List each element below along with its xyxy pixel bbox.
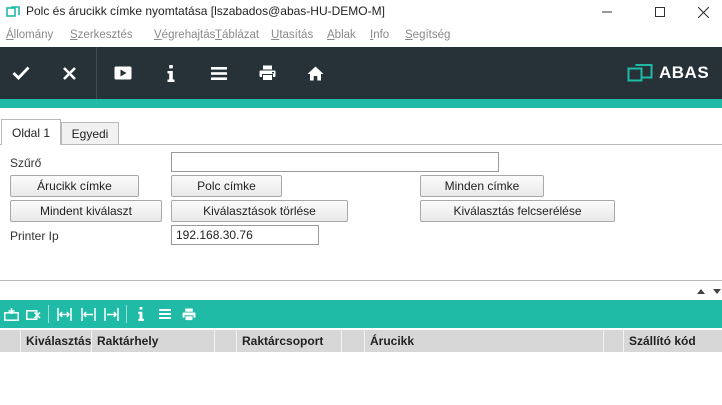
table-print-button[interactable]: [178, 303, 200, 325]
pane-splitter[interactable]: [0, 285, 722, 299]
printer-icon: [182, 308, 196, 321]
home-button[interactable]: [291, 47, 339, 99]
filter-input[interactable]: [171, 152, 499, 172]
abas-app-icon: [6, 6, 20, 17]
maximize-icon: [655, 7, 665, 17]
toolbar-separator: [126, 305, 127, 323]
table-header: Kiválasztás Raktárhely Raktárcsoport Áru…: [0, 330, 722, 352]
clear-selection-button[interactable]: Kiválasztások törlése: [171, 200, 348, 222]
table-menu-button[interactable]: [154, 303, 176, 325]
abas-logo: ABAS: [627, 63, 709, 83]
printer-ip-input[interactable]: 192.168.30.76: [171, 225, 319, 245]
toolbar-separator: [96, 47, 97, 99]
menu-ablak[interactable]: Ablak: [327, 29, 356, 41]
column-header-szallito-kod[interactable]: Szállító kód: [624, 330, 722, 352]
printer-ip-label: Printer Ip: [10, 229, 59, 243]
info-icon: [138, 307, 144, 321]
shrink-column-icon: [80, 307, 96, 321]
close-window-button[interactable]: [684, 0, 722, 24]
run-button[interactable]: [99, 47, 147, 99]
collapse-down-icon[interactable]: [713, 289, 721, 294]
menu-info[interactable]: Info: [370, 29, 389, 41]
check-icon: [12, 66, 30, 80]
select-all-button[interactable]: Mindent kiválaszt: [10, 200, 162, 222]
fit-columns-icon: [56, 307, 72, 321]
column-separator: [214, 330, 215, 352]
brand-name: ABAS: [659, 63, 710, 82]
tab-oldal-1[interactable]: Oldal 1: [1, 119, 61, 145]
close-icon: [697, 6, 709, 18]
column-header-kivalasztas[interactable]: Kiválasztás: [21, 330, 91, 352]
delete-row-button[interactable]: [22, 303, 44, 325]
column-separator: [341, 330, 342, 352]
abas-logo-icon: [627, 64, 653, 82]
menu-tablazat[interactable]: Táblázat: [215, 29, 259, 41]
printer-icon: [259, 65, 275, 81]
confirm-button[interactable]: [0, 47, 45, 99]
title-bar: Polc és árucikk címke nyomtatása [lszaba…: [0, 0, 722, 24]
print-button[interactable]: [243, 47, 291, 99]
maximize-button[interactable]: [637, 0, 683, 24]
accent-stripe: [0, 99, 722, 108]
menu-allomany[interactable]: Állomány: [6, 29, 53, 41]
minimize-button[interactable]: [584, 0, 630, 24]
minimize-icon: [602, 11, 612, 13]
column-header-raktarcsoport[interactable]: Raktárcsoport: [237, 330, 341, 352]
menu-button[interactable]: [195, 47, 243, 99]
tab-egyedi[interactable]: Egyedi: [61, 122, 119, 144]
home-icon: [307, 66, 323, 80]
collapse-up-icon[interactable]: [697, 289, 705, 294]
shelf-label-button[interactable]: Polc címke: [171, 175, 282, 197]
column-separator: [603, 330, 604, 352]
delete-row-icon: [25, 309, 41, 320]
expand-column-icon: [103, 307, 119, 321]
info-icon: [167, 64, 175, 82]
menu-szerkesztes[interactable]: Szerkesztés: [70, 29, 133, 41]
column-header-arucikk[interactable]: Árucikk: [365, 330, 603, 352]
cancel-button[interactable]: [45, 47, 93, 99]
fit-columns-button[interactable]: [53, 303, 75, 325]
insert-row-button[interactable]: [0, 303, 22, 325]
play-icon: [114, 66, 132, 80]
menu-segitseg[interactable]: Segítség: [405, 29, 450, 41]
swap-selection-button[interactable]: Kiválasztás felcserélése: [420, 200, 615, 222]
article-label-button[interactable]: Árucikk címke: [10, 175, 139, 197]
table-toolbar: [0, 300, 722, 328]
menu-vegrehajtas[interactable]: Végrehajtás: [154, 29, 215, 41]
expand-column-button[interactable]: [100, 303, 122, 325]
window-title: Polc és árucikk címke nyomtatása [lszaba…: [26, 4, 385, 18]
toolbar-separator: [48, 305, 49, 323]
shrink-column-button[interactable]: [77, 303, 99, 325]
menu-icon: [159, 309, 171, 319]
all-labels-button[interactable]: Minden címke: [420, 175, 544, 197]
menu-bar: Állomány Szerkesztés Végrehajtás Tábláza…: [0, 26, 722, 46]
insert-row-icon: [3, 307, 19, 321]
menu-icon: [211, 66, 227, 80]
table-body: [0, 352, 722, 405]
column-header-raktarhely[interactable]: Raktárhely: [92, 330, 214, 352]
main-toolbar: ABAS: [0, 47, 722, 99]
info-button[interactable]: [147, 47, 195, 99]
tab-strip: Oldal 1 Egyedi: [0, 118, 722, 146]
close-icon: [62, 66, 76, 80]
table-info-button[interactable]: [130, 303, 152, 325]
menu-utasitas[interactable]: Utasítás: [271, 29, 313, 41]
filter-label: Szűrő: [10, 156, 42, 170]
